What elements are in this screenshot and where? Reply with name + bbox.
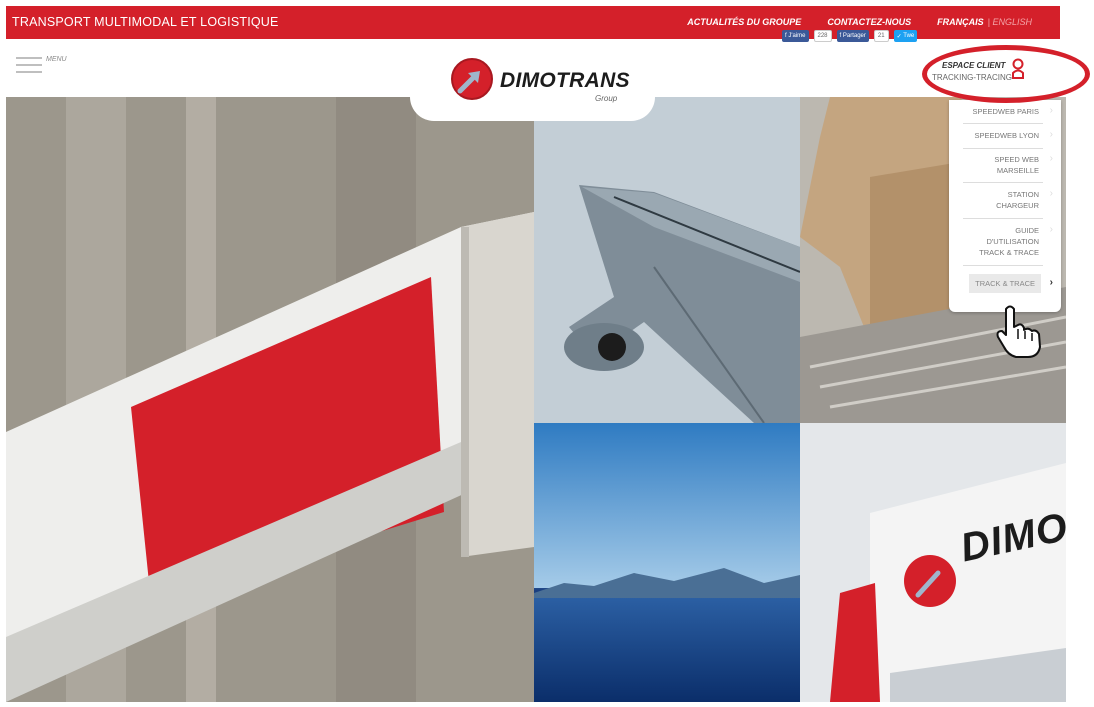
- twitter-icon: ✓: [896, 33, 904, 40]
- chevron-right-icon: ›: [1049, 224, 1053, 235]
- dropdown-item-speedweb-paris[interactable]: SPEEDWEB PARIS: [972, 106, 1039, 117]
- chevron-right-icon: ›: [1049, 105, 1053, 116]
- logo-tab[interactable]: DIMOTRANS Group: [410, 39, 655, 121]
- top-link-news[interactable]: ACTUALITÉS DU GROUPE: [687, 17, 801, 27]
- lang-english[interactable]: | ENGLISH: [988, 17, 1032, 27]
- sea-photo: [534, 423, 800, 702]
- truck-photo: DIMOT: [800, 423, 1066, 702]
- dropdown-item-guide[interactable]: GUIDE D'UTILISATION TRACK & TRACE: [969, 225, 1039, 258]
- page: TRANSPORT MULTIMODAL ET LOGISTIQUE ACTUA…: [0, 0, 1094, 707]
- site-tagline: TRANSPORT MULTIMODAL ET LOGISTIQUE: [12, 15, 279, 29]
- barrier-photo: [6, 97, 534, 702]
- language-switch: FRANÇAIS | ENGLISH: [937, 17, 1032, 27]
- top-links: ACTUALITÉS DU GROUPE CONTACTEZ-NOUS FRAN…: [687, 17, 1032, 27]
- chevron-right-icon: ›: [1049, 277, 1053, 288]
- chevron-right-icon: ›: [1049, 188, 1053, 199]
- hamburger-icon[interactable]: [16, 57, 42, 73]
- facebook-share-button[interactable]: f Partager: [836, 30, 869, 42]
- divider: [963, 265, 1043, 266]
- top-link-contact[interactable]: CONTACTEZ-NOUS: [827, 17, 911, 27]
- barrier-illustration: [6, 97, 534, 702]
- tweet-button[interactable]: ✓ Twe: [893, 30, 918, 42]
- facebook-like-button[interactable]: f J'aime: [782, 30, 809, 42]
- facebook-share-label: Partager: [842, 33, 866, 39]
- tracking-dropdown: SPEEDWEB PARIS › SPEEDWEB LYON › SPEED W…: [949, 100, 1061, 312]
- facebook-like-count: 228: [813, 30, 832, 42]
- highlight-circle: [922, 45, 1090, 103]
- divider: [963, 148, 1043, 149]
- menu-label[interactable]: MENU: [46, 56, 67, 63]
- dropdown-item-speedweb-lyon[interactable]: SPEEDWEB LYON: [975, 130, 1039, 141]
- chevron-right-icon: ›: [1049, 153, 1053, 164]
- sea-illustration: [534, 423, 800, 702]
- dropdown-item-station-chargeur[interactable]: STATION CHARGEUR: [979, 189, 1039, 211]
- divider: [963, 182, 1043, 183]
- social-buttons: f J'aime 228 f Partager 21 ✓ Twe: [782, 30, 918, 42]
- divider: [963, 218, 1043, 219]
- dimotrans-logo-icon: [451, 58, 493, 100]
- facebook-like-label: J'aime: [788, 33, 806, 39]
- logo-subtitle: Group: [595, 94, 618, 103]
- facebook-share-count: 21: [873, 30, 889, 42]
- dropdown-item-track-trace[interactable]: TRACK & TRACE: [969, 274, 1041, 293]
- dropdown-item-speedweb-marseille[interactable]: SPEED WEB MARSEILLE: [979, 154, 1039, 176]
- divider: [963, 123, 1043, 124]
- chevron-right-icon: ›: [1049, 129, 1053, 140]
- hand-pointer-icon: [996, 305, 1041, 358]
- airplane-illustration: [534, 97, 800, 423]
- tweet-label: Twe: [903, 33, 915, 39]
- truck-illustration: [800, 423, 1066, 702]
- lang-french[interactable]: FRANÇAIS: [937, 17, 984, 27]
- airplane-photo: [534, 97, 800, 423]
- logo-name: DIMOTRANS: [500, 69, 630, 92]
